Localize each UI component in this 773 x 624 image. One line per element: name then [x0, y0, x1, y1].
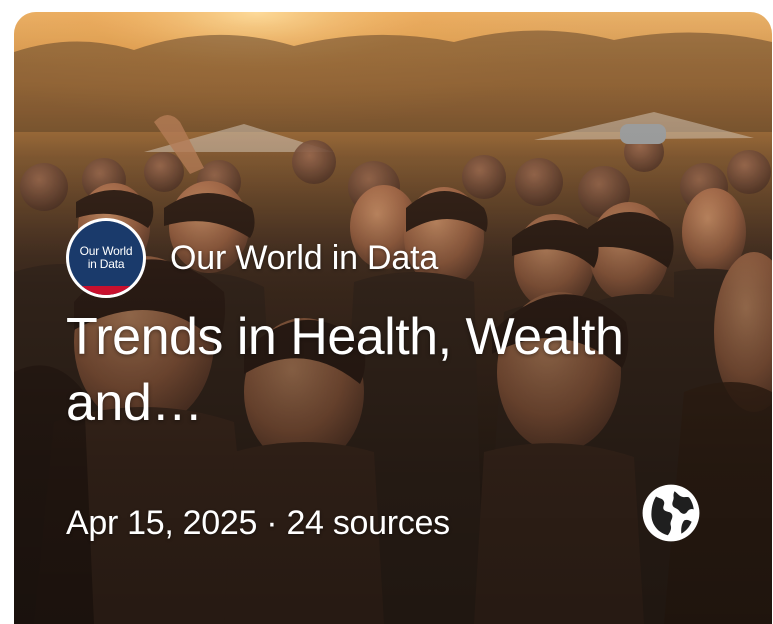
source-logo: Our World in Data	[66, 218, 146, 298]
notebook-title: Trends in Health, Wealth and…	[66, 308, 624, 432]
globe-icon	[640, 482, 702, 544]
sources-count: 24 sources	[286, 504, 450, 542]
source-row: Our World in Data Our World in Data	[66, 218, 438, 298]
notebook-date: Apr 15, 2025	[66, 504, 258, 542]
logo-stripe	[69, 286, 143, 295]
notebook-meta: Apr 15, 2025 · 24 sources	[66, 504, 450, 543]
source-logo-badge: Our World in Data	[69, 221, 143, 295]
meta-separator: ·	[266, 504, 278, 542]
source-name: Our World in Data	[170, 238, 439, 277]
logo-text-line2: in Data	[87, 257, 125, 271]
